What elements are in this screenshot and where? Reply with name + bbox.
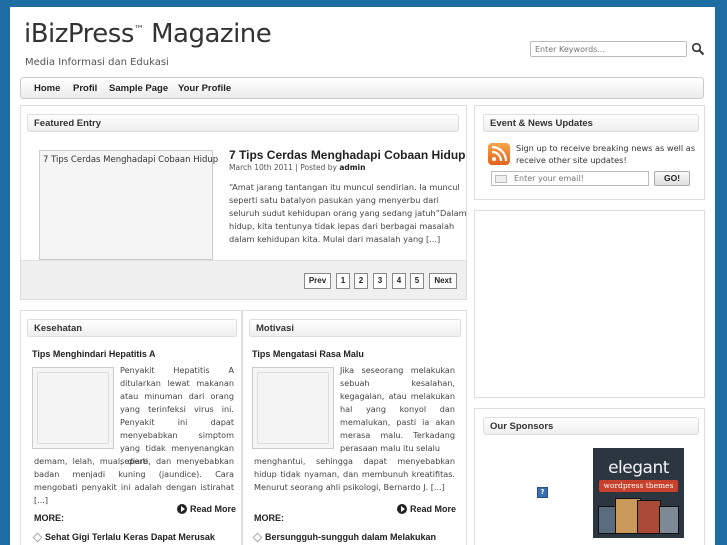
- trademark-symbol: ™: [133, 24, 144, 36]
- more-link-motivasi[interactable]: Bersungguh-sungguh dalam Melakukan: [252, 532, 437, 542]
- post-excerpt-motivasi: menghantui, sehingga dapat menyebabkan h…: [254, 456, 455, 492]
- email-field[interactable]: [491, 171, 649, 186]
- site-title[interactable]: iBizPress™ Magazine: [24, 19, 272, 49]
- featured-thumbnail[interactable]: 7 Tips Cerdas Menghadapi Cobaan Hidup: [39, 150, 218, 260]
- site-title-suffix: Magazine: [143, 19, 272, 49]
- more-label-motivasi: MORE:: [254, 513, 284, 523]
- read-more-label: Read More: [190, 504, 237, 514]
- pagination-page-4[interactable]: 4: [392, 273, 406, 289]
- sponsor-tagline: wordpress themes: [599, 480, 678, 492]
- category-heading-motivasi: Motivasi: [249, 319, 461, 337]
- read-more-kesehatan[interactable]: Read More: [177, 504, 236, 514]
- post-title-kesehatan[interactable]: Tips Menghindari Hepatitis A: [32, 349, 156, 359]
- post-excerpt-side-kesehatan: Penyakit Hepatitis A ditularkan lewat ma…: [120, 365, 234, 466]
- sponsor-brand: elegant: [608, 458, 669, 478]
- nav-item-your-profile[interactable]: Your Profile: [178, 83, 231, 94]
- main-navigation: Home Profil Sample Page Your Profile: [20, 77, 704, 99]
- post-excerpt-side-motivasi: Jika seseorang melakukan sebuah kesalaha…: [340, 365, 455, 453]
- pagination-prev-button[interactable]: Prev: [304, 273, 331, 289]
- sponsors-heading: Our Sponsors: [483, 417, 699, 435]
- sponsors-box: Our Sponsors ? elegant wordpress themes: [474, 408, 705, 545]
- featured-post-excerpt: “Amat jarang tantangan itu muncul sendir…: [229, 182, 467, 244]
- pagination-page-5[interactable]: 5: [410, 273, 424, 289]
- nav-item-home[interactable]: Home: [34, 83, 60, 94]
- sponsor-banner-elegant-themes[interactable]: elegant wordpress themes: [593, 448, 684, 538]
- page: iBizPress™ Magazine Media Informasi dan …: [10, 7, 715, 545]
- thumbnail-frame: [37, 372, 109, 444]
- category-heading-kesehatan: Kesehatan: [27, 319, 237, 337]
- featured-post-meta: March 10th 2011 | Posted by admin: [229, 163, 365, 172]
- rss-glyph: [491, 145, 508, 162]
- more-link-label: Sehat Gigi Terlalu Keras Dapat Merusak: [45, 532, 215, 542]
- broken-image-icon[interactable]: ?: [537, 487, 548, 498]
- search-form: [530, 41, 705, 57]
- post-thumbnail-kesehatan[interactable]: [32, 367, 114, 449]
- read-more-motivasi[interactable]: Read More: [397, 504, 456, 514]
- more-link-kesehatan[interactable]: Sehat Gigi Terlalu Keras Dapat Merusak: [32, 532, 215, 542]
- thumbnail-frame: [257, 372, 329, 444]
- nav-item-sample-page[interactable]: Sample Page: [109, 83, 168, 94]
- site-title-text: iBizPress: [24, 19, 134, 49]
- posted-by-label: | Posted by: [292, 163, 340, 172]
- read-more-label: Read More: [410, 504, 457, 514]
- theme-preview-3: [637, 500, 661, 534]
- more-label-kesehatan: MORE:: [34, 513, 64, 523]
- theme-preview-4: [659, 506, 679, 534]
- featured-post-title[interactable]: 7 Tips Cerdas Menghadapi Cobaan Hidup: [229, 148, 465, 162]
- signup-description: Sign up to receive breaking news as well…: [516, 143, 696, 165]
- event-news-heading: Event & News Updates: [483, 114, 699, 132]
- post-title-motivasi[interactable]: Tips Mengatasi Rasa Malu: [252, 349, 364, 359]
- play-circle-icon: [397, 504, 407, 514]
- pagination-next-button[interactable]: Next: [429, 273, 457, 289]
- search-input[interactable]: [530, 41, 687, 57]
- bullet-icon: [252, 532, 263, 542]
- featured-entry-heading: Featured Entry: [27, 114, 459, 132]
- category-box-kesehatan: Kesehatan Tips Menghindari Hepatitis A P…: [20, 310, 242, 545]
- pagination-page-3[interactable]: 3: [373, 273, 387, 289]
- post-date: March 10th 2011: [229, 163, 293, 172]
- site-tagline: Media Informasi dan Edukasi: [25, 57, 169, 68]
- post-thumbnail-motivasi[interactable]: [252, 367, 334, 449]
- rss-icon[interactable]: [488, 143, 510, 165]
- featured-entry-box: Featured Entry 7 Tips Cerdas Menghadapi …: [20, 105, 467, 300]
- nav-item-profil[interactable]: Profil: [73, 83, 97, 94]
- event-news-box: Event & News Updates Sign up to receive …: [474, 105, 705, 200]
- search-icon[interactable]: [691, 42, 705, 56]
- pagination-page-2[interactable]: 2: [354, 273, 368, 289]
- featured-thumbnail-alt: 7 Tips Cerdas Menghadapi Cobaan Hidup: [43, 155, 219, 165]
- bullet-icon: [32, 532, 43, 542]
- go-button[interactable]: GO!: [654, 171, 690, 186]
- post-author[interactable]: admin: [339, 163, 365, 172]
- more-link-label: Bersungguh-sungguh dalam Melakukan: [265, 532, 437, 542]
- sidebar-empty-widget: [474, 210, 705, 398]
- mail-icon: [495, 175, 507, 183]
- play-circle-icon: [177, 504, 187, 514]
- pagination-page-1[interactable]: 1: [336, 273, 350, 289]
- post-excerpt-kesehatan: demam, lelah, mual, diare, dan menyebabk…: [34, 456, 234, 505]
- category-box-motivasi: Motivasi Tips Mengatasi Rasa Malu Jika s…: [242, 310, 467, 545]
